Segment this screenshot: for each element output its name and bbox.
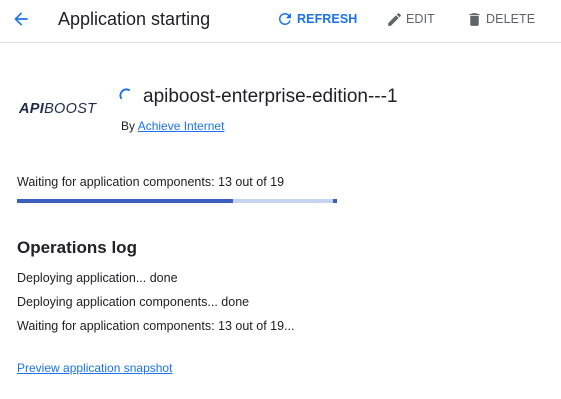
page-title: Application starting [58,9,211,29]
progress-bar [17,199,337,203]
apiboost-logo: API BOOST [19,99,99,119]
page: Application starting REFRESH EDIT DELETE… [0,0,561,399]
preview-snapshot-link[interactable]: Preview application snapshot [17,361,172,376]
loading-spinner-icon [119,88,130,99]
logo-part-boost: BOOST [44,101,97,117]
log-line: Deploying application components... done [17,295,250,309]
publisher-link[interactable]: Achieve Internet [138,119,225,133]
back-button[interactable] [8,6,34,32]
pencil-icon [385,10,403,28]
operations-log-heading: Operations log [17,238,137,257]
refresh-label: REFRESH [297,12,358,26]
trash-icon [465,10,483,28]
top-bar: Application starting REFRESH EDIT DELETE [0,0,561,43]
delete-label: DELETE [486,12,536,26]
edit-label: EDIT [406,12,435,26]
refresh-button[interactable]: REFRESH [276,10,357,28]
progress-bar-fill [17,199,233,203]
log-line: Deploying application... done [17,271,178,285]
log-line: Waiting for application components: 13 o… [17,319,295,333]
refresh-icon [276,10,294,28]
byline-prefix: By [121,119,136,133]
app-name: apiboost-enterprise-edition---1 [143,86,398,107]
progress-label: Waiting for application components: 13 o… [17,175,285,189]
publisher-byline: By Achieve Internet [121,119,224,134]
arrow-back-icon [14,12,28,26]
logo-part-api: API [19,101,45,117]
edit-button[interactable]: EDIT [385,10,435,28]
delete-button[interactable]: DELETE [465,10,535,28]
